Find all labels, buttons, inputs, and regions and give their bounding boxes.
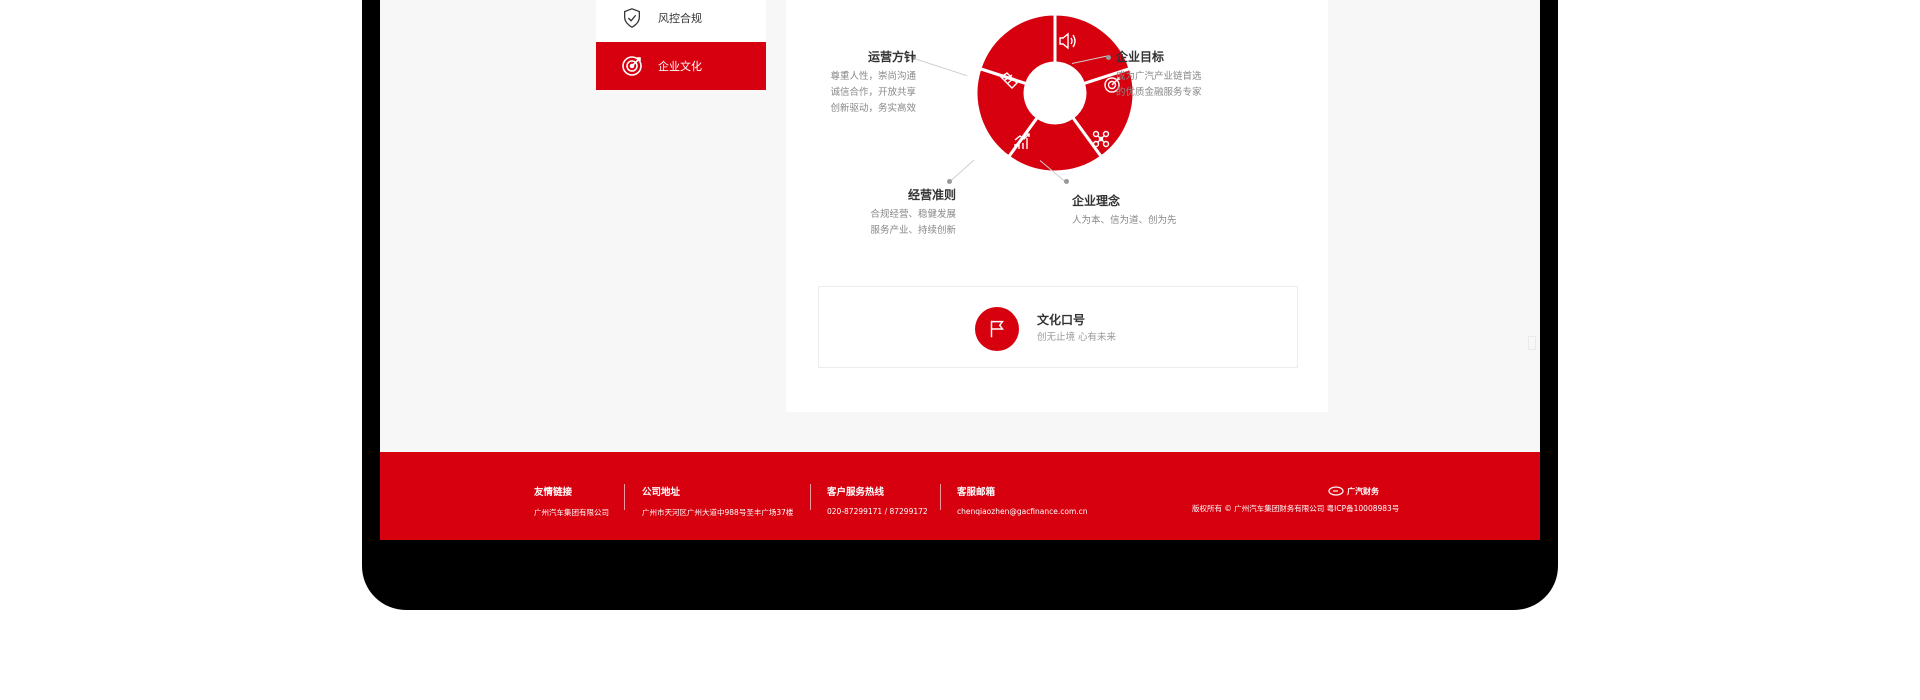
wheel-segment-left	[978, 12, 1057, 86]
slogan-text: 创无止境 心有未来	[1037, 332, 1117, 343]
sidebar-item-label: 企业文化	[658, 60, 702, 73]
culture-item-title: 企业目标	[1116, 50, 1165, 64]
gac-logo-icon	[1328, 486, 1344, 496]
sidebar-item-risk-compliance[interactable]: 风控合规	[596, 0, 766, 42]
culture-item-desc: 创新驱动，务实高效	[830, 103, 916, 114]
culture-item-corporate-philosophy: 企业理念 人为本、信为道、创为先	[1072, 192, 1177, 229]
culture-item-title: 运营方针	[867, 50, 916, 64]
culture-item-desc: 成为广汽产业链首选	[1116, 71, 1202, 82]
slogan-title: 文化口号	[1037, 313, 1086, 327]
flag-icon	[975, 307, 1019, 351]
leader-dot	[1064, 179, 1069, 184]
culture-wheel	[974, 12, 1136, 174]
footer-divider	[940, 484, 941, 510]
culture-item-desc: 诚信合作，开放共享	[830, 87, 916, 98]
footer-link-gac-group[interactable]: 广州汽车集团有限公司	[534, 507, 609, 518]
leader-dot	[947, 179, 952, 184]
sidebar-item-corporate-culture[interactable]: 企业文化	[596, 42, 766, 90]
culture-item-business-principle: 经营准则 合规经营、稳健发展 服务产业、持续创新	[870, 186, 956, 239]
device-frame: 风控合规 企业文化 运营方针 尊重人性，崇尚沟通 诚信合作，开放共享 创新驱动，…	[362, 0, 1558, 610]
footer-hotline: 客户服务热线 020-87299171 / 87299172	[827, 484, 928, 516]
scroll-edge-marker	[1528, 336, 1536, 350]
footer-address: 公司地址 广州市天河区广州大道中988号圣丰广场37楼	[642, 484, 793, 518]
footer-logo-text: 广汽财务	[1347, 486, 1379, 496]
sidebar-item-label: 风控合规	[658, 12, 702, 25]
footer-divider	[810, 484, 811, 510]
footer-hotline-value: 020-87299171 / 87299172	[827, 507, 928, 516]
culture-item-corporate-goal: 企业目标 成为广汽产业链首选 的优质金融服务专家	[1116, 48, 1202, 101]
footer-email-title: 客服邮箱	[957, 487, 996, 498]
footer-email: 客服邮箱 chenqiaozhen@gacfinance.com.cn	[957, 484, 1088, 516]
footer-address-value: 广州市天河区广州大道中988号圣丰广场37楼	[642, 508, 794, 517]
culture-item-title: 企业理念	[1072, 194, 1121, 208]
leader-dot	[1106, 55, 1111, 60]
footer-address-title: 公司地址	[642, 487, 681, 498]
culture-item-desc: 的优质金融服务专家	[1116, 87, 1202, 98]
culture-item-desc: 尊重人性，崇尚沟通	[830, 71, 916, 82]
leader-line	[913, 58, 968, 77]
site-footer: 友情链接 广州汽车集团有限公司 公司地址 广州市天河区广州大道中988号圣丰广场…	[380, 452, 1540, 540]
culture-panel: 运营方针 尊重人性，崇尚沟通 诚信合作，开放共享 创新驱动，务实高效 企业目标 …	[786, 0, 1328, 412]
footer-hotline-title: 客户服务热线	[827, 487, 885, 498]
footer-email-value[interactable]: chenqiaozhen@gacfinance.com.cn	[957, 507, 1088, 516]
culture-item-title: 经营准则	[907, 188, 956, 202]
browser-screen: 风控合规 企业文化 运营方针 尊重人性，崇尚沟通 诚信合作，开放共享 创新驱动，…	[380, 0, 1540, 540]
culture-item-desc: 服务产业、持续创新	[870, 225, 956, 236]
culture-slogan-card: 文化口号 创无止境 心有未来	[818, 286, 1298, 368]
footer-logo: 广汽财务	[1328, 484, 1390, 498]
shield-check-icon	[620, 6, 644, 30]
leader-line	[949, 159, 975, 182]
target-icon	[620, 54, 644, 78]
culture-item-desc: 合规经营、稳健发展	[870, 209, 956, 220]
footer-divider	[624, 484, 625, 510]
footer-links-title: 友情链接	[534, 487, 573, 498]
culture-item-operating-policy: 运营方针 尊重人性，崇尚沟通 诚信合作，开放共享 创新驱动，务实高效	[830, 48, 916, 117]
footer-copyright: 版权所有 © 广州汽车集团财务有限公司 粤ICP备10008983号	[1192, 504, 1400, 513]
culture-item-desc: 人为本、信为道、创为先	[1072, 215, 1177, 226]
footer-links: 友情链接 广州汽车集团有限公司	[534, 484, 609, 518]
